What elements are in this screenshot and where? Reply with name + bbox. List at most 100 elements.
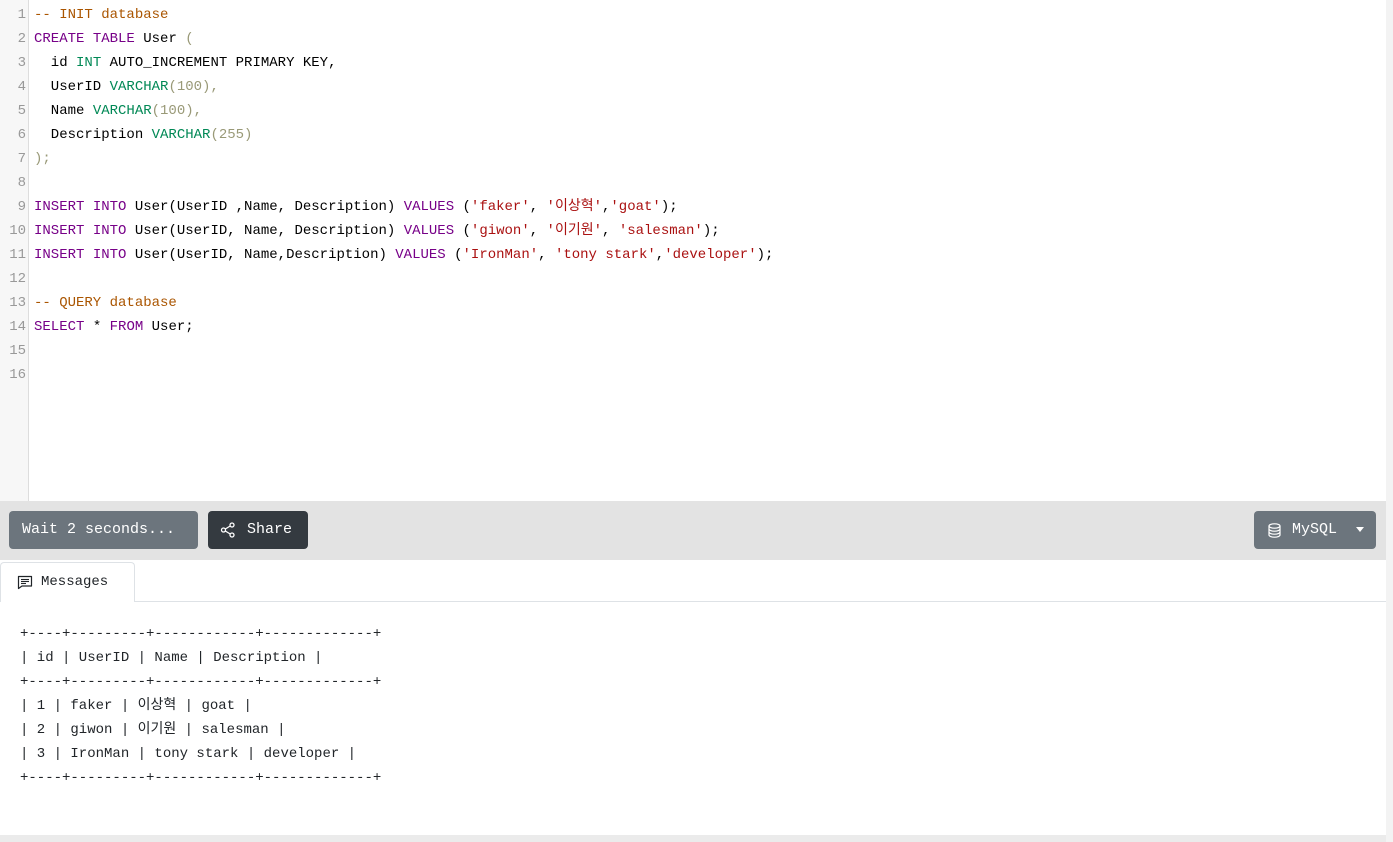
line-number: 2 bbox=[17, 31, 26, 47]
bottom-strip bbox=[0, 835, 1386, 842]
code-token: UserID bbox=[34, 79, 110, 95]
share-button[interactable]: Share bbox=[208, 511, 308, 549]
tab-messages-label: Messages bbox=[41, 574, 109, 590]
code-token: 'developer' bbox=[664, 247, 757, 263]
code-line[interactable]: UserID VARCHAR(100), bbox=[34, 75, 219, 99]
code-line[interactable]: -- QUERY database bbox=[34, 291, 177, 315]
database-icon bbox=[1268, 523, 1281, 538]
code-token: , bbox=[529, 223, 547, 239]
tab-messages[interactable]: Messages bbox=[0, 562, 135, 602]
output-line: +----+---------+------------+-----------… bbox=[20, 626, 382, 642]
code-line[interactable]: ); bbox=[34, 147, 51, 171]
code-token: VARCHAR bbox=[109, 79, 169, 95]
code-token: INTO bbox=[92, 223, 127, 239]
code-token: 'tony stark' bbox=[554, 247, 656, 263]
line-number: 10 bbox=[9, 223, 26, 239]
share-icon bbox=[220, 522, 235, 538]
code-token: 'faker' bbox=[470, 199, 530, 215]
code-line[interactable]: SELECT * FROM User; bbox=[34, 315, 194, 339]
code-token: VARCHAR bbox=[92, 103, 152, 119]
code-token: ); bbox=[660, 199, 678, 215]
run-button[interactable]: Wait 2 seconds... bbox=[9, 511, 198, 549]
code-token: 'IronMan' bbox=[462, 247, 539, 263]
database-select-label: MySQL bbox=[1292, 521, 1338, 538]
code-token: , bbox=[655, 247, 665, 263]
code-token: * bbox=[84, 319, 110, 335]
code-token: , bbox=[529, 199, 547, 215]
code-token: 'giwon' bbox=[470, 223, 530, 239]
line-number: 1 bbox=[17, 7, 26, 23]
code-token: User(UserID, Name,Description) bbox=[126, 247, 396, 263]
line-number: 7 bbox=[17, 151, 26, 167]
line-number: 9 bbox=[17, 199, 26, 215]
code-token: ( bbox=[454, 199, 471, 215]
code-token: INSERT bbox=[34, 199, 85, 215]
toolbar: Wait 2 seconds... Share MySQL bbox=[0, 501, 1386, 560]
code-token: 'goat' bbox=[610, 199, 661, 215]
code-token: VALUES bbox=[395, 247, 446, 263]
code-token: AUTO_INCREMENT PRIMARY KEY, bbox=[101, 55, 337, 71]
code-line[interactable]: -- INIT database bbox=[34, 3, 168, 27]
line-number: 16 bbox=[9, 367, 26, 383]
code-token: (255) bbox=[210, 127, 253, 143]
code-token: ( bbox=[445, 247, 463, 263]
code-token: INTO bbox=[92, 247, 127, 263]
code-token: SELECT bbox=[34, 319, 85, 335]
code-token: (100), bbox=[168, 79, 219, 95]
code-token: 'salesman' bbox=[618, 223, 703, 239]
code-token: '이기원' bbox=[546, 223, 602, 239]
code-token: , bbox=[538, 247, 555, 263]
sql-editor[interactable]: 1 2 3 4 5 6 7 8 9 10 11 12 13 14 15 16 -- INIT database… bbox=[0, 0, 1386, 501]
run-button-label: Wait 2 seconds... bbox=[22, 521, 176, 538]
line-number: 6 bbox=[17, 127, 26, 143]
tab-divider bbox=[0, 601, 1386, 602]
code-line[interactable]: Name VARCHAR(100), bbox=[34, 99, 202, 123]
line-number: 14 bbox=[9, 319, 26, 335]
code-line[interactable]: INSERT INTO User(UserID, Name,Descriptio… bbox=[34, 243, 773, 267]
share-button-label: Share bbox=[247, 521, 293, 538]
vertical-scrollbar[interactable] bbox=[1386, 0, 1393, 842]
code-line[interactable]: id INT AUTO_INCREMENT PRIMARY KEY, bbox=[34, 51, 337, 75]
line-number-gutter: 1 2 3 4 5 6 7 8 9 10 11 12 13 14 15 16 bbox=[0, 0, 29, 501]
code-token: VARCHAR bbox=[151, 127, 211, 143]
code-line[interactable]: CREATE TABLE User ( bbox=[34, 27, 194, 51]
code-token: '이상혁' bbox=[546, 199, 602, 215]
code-token: ); bbox=[34, 151, 51, 167]
code-token: User(UserID, Name, Description) bbox=[126, 223, 404, 239]
results-panel: Messages +----+---------+------------+--… bbox=[0, 560, 1386, 835]
code-token: id bbox=[34, 55, 77, 71]
caret-down-icon bbox=[1356, 527, 1364, 532]
code-token: VALUES bbox=[403, 199, 455, 215]
line-number: 4 bbox=[17, 79, 26, 95]
line-number: 11 bbox=[9, 247, 26, 263]
code-line[interactable]: Description VARCHAR(255) bbox=[34, 123, 253, 147]
code-token: ( bbox=[185, 31, 194, 47]
code-line[interactable]: INSERT INTO User(UserID ,Name, Descripti… bbox=[34, 195, 678, 219]
line-number: 12 bbox=[9, 271, 26, 287]
code-token: INT bbox=[76, 55, 102, 71]
database-select-button[interactable]: MySQL bbox=[1254, 511, 1376, 549]
line-number: 5 bbox=[17, 103, 26, 119]
code-token: ); bbox=[756, 247, 774, 263]
code-token: ( bbox=[454, 223, 471, 239]
code-token: -- INIT database bbox=[34, 7, 169, 23]
output-line: | 2 | giwon | 이기원 | salesman | bbox=[20, 722, 286, 738]
code-token: INSERT bbox=[34, 223, 85, 239]
output-line: | id | UserID | Name | Description | bbox=[20, 650, 323, 666]
line-number: 15 bbox=[9, 343, 26, 359]
code-token: INSERT bbox=[34, 247, 85, 263]
code-token: INTO bbox=[92, 199, 127, 215]
message-icon bbox=[17, 575, 33, 590]
code-token: CREATE bbox=[34, 31, 85, 47]
code-token: VALUES bbox=[403, 223, 455, 239]
code-token: FROM bbox=[109, 319, 144, 335]
line-number: 3 bbox=[17, 55, 26, 71]
code-line[interactable]: INSERT INTO User(UserID, Name, Descripti… bbox=[34, 219, 720, 243]
code-token: User; bbox=[143, 319, 194, 335]
output-line: +----+---------+------------+-----------… bbox=[20, 674, 382, 690]
code-token: , bbox=[602, 223, 619, 239]
line-number: 13 bbox=[9, 295, 26, 311]
